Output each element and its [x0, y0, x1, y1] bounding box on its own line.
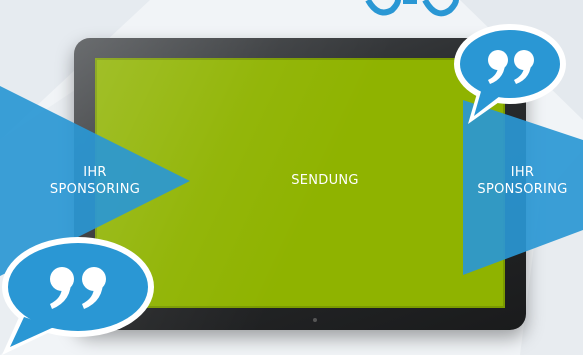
quote-bubble-icon	[454, 24, 566, 124]
quote-bubble-icon	[2, 237, 154, 355]
screen-center-label: SENDUNG	[291, 173, 359, 188]
left-sponsoring-label: IHR SPONSORING	[30, 164, 160, 198]
left-label-line2: SPONSORING	[49, 182, 141, 197]
left-label-line1: IHR	[83, 165, 107, 180]
right-label-line1: IHR	[510, 165, 535, 180]
right-label-line2: SPONSORING	[477, 182, 568, 197]
right-sponsoring-label: IHR SPONSORING	[462, 164, 583, 198]
power-indicator	[313, 318, 317, 322]
